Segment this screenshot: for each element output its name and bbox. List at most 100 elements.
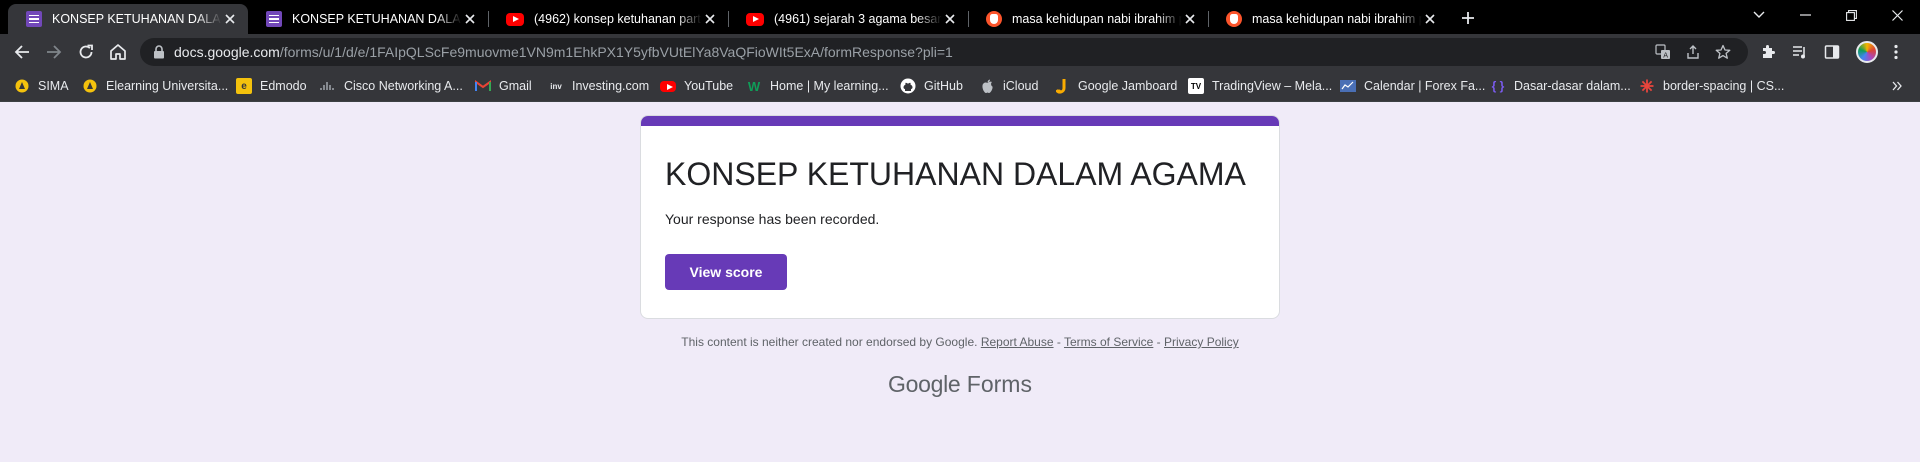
tab-konsep-active[interactable]: KONSEP KETUHANAN DALAM AGAMA [8,4,248,34]
view-score-button[interactable]: View score [665,254,787,290]
bookmark-label: Gmail [499,79,532,93]
back-button[interactable] [8,38,36,66]
lock-icon[interactable] [153,45,165,59]
bookmark-label: SIMA [38,79,69,93]
bookmark-label: Investing.com [572,79,650,93]
bookmark-dicoding[interactable]: { } Dasar-dasar dalam... [1490,77,1631,95]
new-tab-button[interactable] [1456,6,1480,30]
bookmark-tradingview[interactable]: TV TradingView – Mela... [1188,77,1332,95]
arrow-right-icon [47,45,62,59]
bookmark-sima[interactable]: SIMA [14,77,69,95]
minimize-button[interactable] [1782,0,1828,30]
footer-separator: - [1153,335,1165,349]
side-panel-button[interactable] [1822,42,1842,62]
logo-forms-word: Forms [966,371,1032,397]
forward-button[interactable] [40,38,68,66]
bookmark-edmodo[interactable]: e Edmodo [236,77,307,95]
address-bar[interactable]: docs.google.com/forms/u/1/d/e/1FAIpQLScF… [140,38,1748,66]
privacy-policy-link[interactable]: Privacy Policy [1164,335,1239,349]
mdn-icon [1639,78,1655,94]
bookmark-mdn[interactable]: border-spacing | CS... [1639,77,1784,95]
media-controls-button[interactable] [1790,42,1810,62]
plus-icon [1462,12,1474,24]
bookmark-elearning[interactable]: Elearning Universita... [82,77,228,95]
music-queue-icon [1793,46,1805,59]
terms-of-service-link[interactable]: Terms of Service [1064,335,1153,349]
confirmation-message: Your response has been recorded. [665,211,880,227]
tab-strip: KONSEP KETUHANAN DALAM AGAMA KONSEP KETU… [0,0,1920,34]
tab-title: KONSEP KETUHANAN DALAM AGAMA [292,12,462,26]
bookmark-label: border-spacing | CS... [1663,79,1785,93]
bookmark-investing[interactable]: inv Investing.com [548,77,649,95]
bookmark-github[interactable]: GitHub [900,77,963,95]
bookmark-gmail[interactable]: Gmail [475,77,532,95]
more-bookmarks-button[interactable] [1888,77,1906,95]
forex-factory-icon [1340,78,1356,94]
footer-separator: - [1053,335,1064,349]
tab-title: KONSEP KETUHANAN DALAM AGAMA [52,12,222,26]
browser-menu-button[interactable] [1886,42,1906,62]
bookmarks-bar: SIMA Elearning Universita... e Edmodo Ci… [0,70,1920,102]
share-button[interactable] [1683,42,1703,62]
elearning-icon [82,78,98,94]
close-icon[interactable] [942,11,958,27]
bookmark-coursera[interactable]: W Home | My learning... [746,77,889,95]
logo-google-word: Google [888,371,961,397]
page-content: KONSEP KETUHANAN DALAM AGAMA Your respon… [0,103,1920,462]
double-chevron-right-icon [1892,81,1902,91]
tab-title: (4961) sejarah 3 agama besar di dunia [774,12,942,26]
bookmark-label: Cisco Networking A... [344,79,463,93]
google-forms-icon [266,11,282,27]
youtube-icon [660,78,676,94]
bookmark-icloud[interactable]: iCloud [979,77,1038,95]
youtube-icon [746,12,764,26]
bookmark-youtube[interactable]: YouTube [660,77,733,95]
translate-button[interactable]: A [1653,42,1673,62]
restore-button[interactable] [1828,0,1874,30]
share-icon [1687,45,1699,59]
chevron-down-icon [1753,11,1765,18]
svg-text:A: A [1663,52,1668,60]
tab-youtube-sejarah[interactable]: (4961) sejarah 3 agama besar di dunia [728,4,968,34]
cisco-icon [320,78,336,94]
profile-avatar[interactable] [1856,41,1878,63]
close-icon[interactable] [462,11,478,27]
close-icon[interactable] [702,11,718,27]
reload-button[interactable] [72,38,100,66]
disclaimer-text: This content is neither created nor endo… [681,335,978,349]
bookmark-forex-factory[interactable]: Calendar | Forex Fa... [1340,77,1485,95]
window-close-button[interactable] [1874,0,1920,30]
arrow-left-icon [14,45,29,59]
close-icon[interactable] [1182,11,1198,27]
close-icon[interactable] [1422,11,1438,27]
bookmark-jamboard[interactable]: Google Jamboard [1054,77,1177,95]
browser-toolbar: docs.google.com/forms/u/1/d/e/1FAIpQLScF… [0,34,1920,70]
more-vertical-icon [1894,44,1898,60]
google-forms-logo[interactable]: Google Forms [0,371,1920,398]
close-icon[interactable] [222,11,238,27]
tab-brave-ibrahim-1[interactable]: masa kehidupan nabi ibrahim pada [968,4,1208,34]
side-panel-icon [1824,45,1840,59]
github-icon [900,78,916,94]
url-text[interactable]: docs.google.com/forms/u/1/d/e/1FAIpQLScF… [174,44,953,60]
tab-brave-ibrahim-2[interactable]: masa kehidupan nabi ibrahim pada [1208,4,1448,34]
restore-icon [1845,9,1857,21]
star-icon [1715,44,1731,59]
bookmark-label: Home | My learning... [770,79,889,93]
tab-title: masa kehidupan nabi ibrahim pada [1252,12,1422,26]
puzzle-icon [1763,45,1775,58]
home-button[interactable] [104,38,132,66]
bookmark-label: GitHub [924,79,963,93]
report-abuse-link[interactable]: Report Abuse [981,335,1054,349]
bookmark-star-button[interactable] [1713,42,1733,62]
extensions-button[interactable] [1758,42,1778,62]
tab-youtube-konsep[interactable]: (4962) konsep ketuhanan part 1 - YouTube [488,4,728,34]
bookmark-cisco[interactable]: Cisco Networking A... [320,77,463,95]
bookmark-label: Elearning Universita... [106,79,229,93]
tab-konsep[interactable]: KONSEP KETUHANAN DALAM AGAMA [248,4,488,34]
bookmark-label: Google Jamboard [1078,79,1178,93]
edmodo-icon: e [236,78,252,94]
reload-icon [79,44,93,59]
tab-search-button[interactable] [1736,0,1782,30]
minimize-icon [1799,14,1811,16]
